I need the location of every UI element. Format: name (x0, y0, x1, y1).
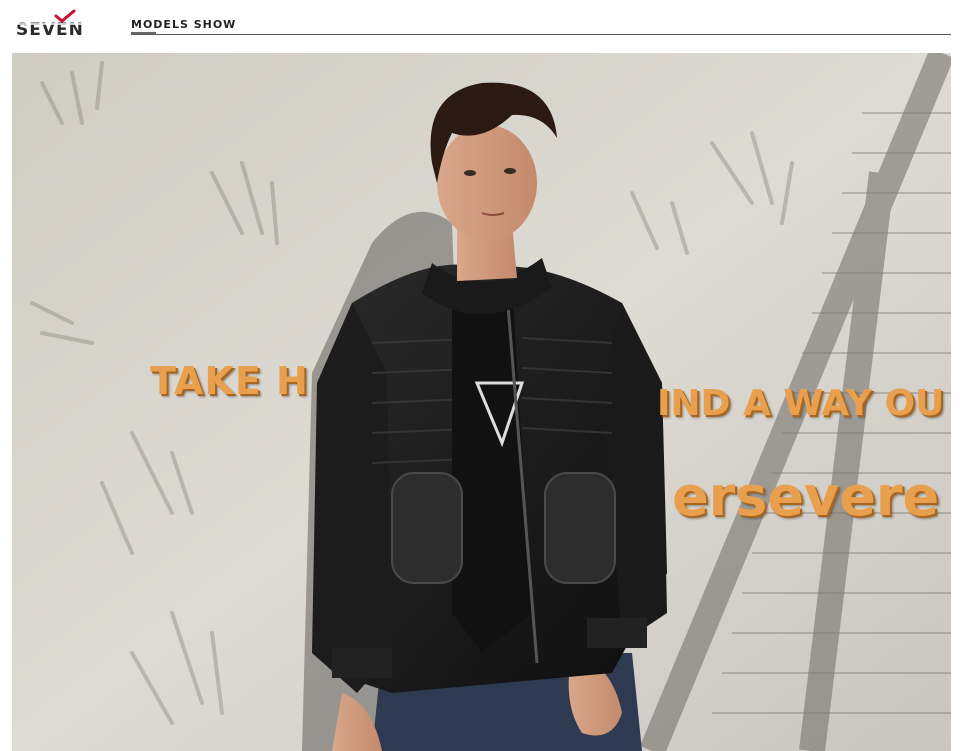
model-photo: TAKE H IND A WAY OU ersevere (12, 53, 951, 751)
page: SEVEN MODELS SHOW TAKE H IND A WAY OU er… (0, 0, 960, 751)
brand-logo-lettering: SEVEN (16, 20, 84, 38)
wall-lettering-right: IND A WAY OU (657, 383, 945, 424)
section-title: MODELS SHOW (131, 18, 237, 31)
model-face (437, 125, 537, 241)
right-pocket-patch (544, 472, 616, 584)
wall-lettering-script: ersevere (672, 465, 940, 528)
seven-brand-logo: SEVEN (16, 9, 122, 38)
header: SEVEN MODELS SHOW (0, 0, 960, 50)
left-pocket-patch (391, 472, 463, 584)
wall-lettering-left: TAKE H (150, 359, 309, 403)
header-divider (131, 34, 951, 35)
